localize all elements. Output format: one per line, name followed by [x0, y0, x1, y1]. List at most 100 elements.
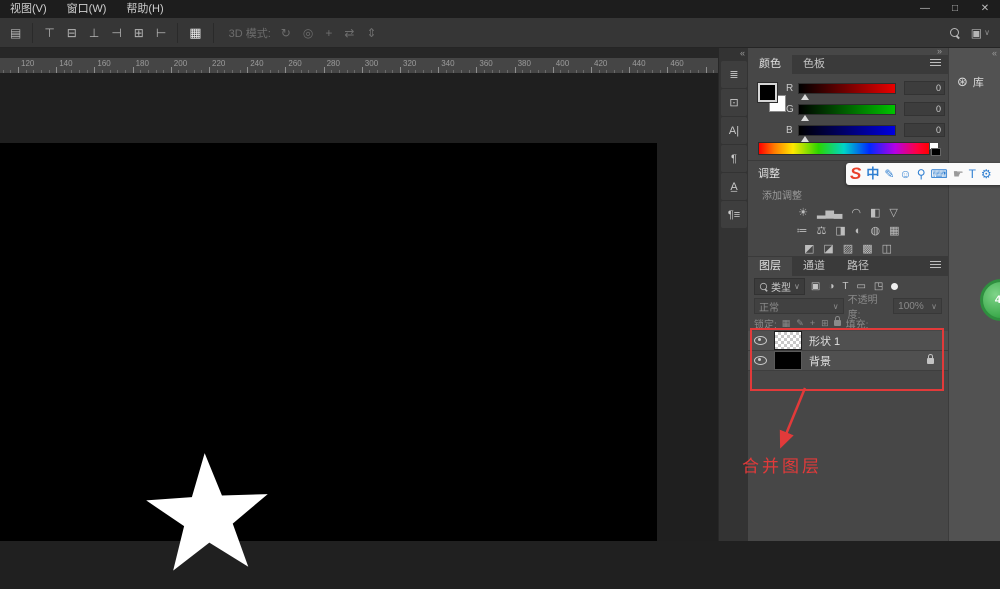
color-lookup-icon[interactable]: ▦ [889, 224, 899, 238]
libraries-panel-button[interactable]: ⊛ 库 [949, 60, 1000, 90]
layer-filter-select[interactable]: 类型 ∨ [754, 278, 805, 295]
glyphs-panel-icon[interactable]: A̲ [721, 173, 747, 200]
black-swatch[interactable] [931, 148, 941, 156]
blend-mode-select[interactable]: 正常 ∨ [754, 298, 844, 314]
ruler-label: 400 [556, 59, 569, 68]
vibrance-icon[interactable]: ▽ [889, 206, 897, 220]
black-white-icon[interactable]: ◨ [835, 224, 845, 238]
toolbox-icon[interactable]: ⚙ [981, 163, 992, 185]
annotation-text: 合并图层 [742, 452, 822, 477]
align-left-edges-icon[interactable]: ⊣ [105, 19, 127, 47]
paragraph-styles-panel-icon[interactable]: ¶≡ [721, 201, 747, 228]
lock-artboard-icon[interactable]: ⊞ [821, 318, 829, 329]
ruler-label: 160 [97, 59, 110, 68]
ruler-label: 140 [59, 59, 72, 68]
tab-color[interactable]: 颜色 [748, 55, 792, 74]
channel-slider-g[interactable] [798, 104, 896, 115]
hue-saturation-icon[interactable]: ≔ [797, 224, 808, 238]
search-icon[interactable] [950, 28, 959, 37]
curves-icon[interactable]: ◠ [851, 206, 861, 220]
workspace-switcher[interactable]: ▣ ∨ [971, 19, 990, 47]
channel-slider-b[interactable] [798, 125, 896, 136]
channel-slider-r[interactable] [798, 83, 896, 94]
align-vertical-centers-icon[interactable]: ⊟ [61, 19, 83, 47]
menu-item-1[interactable]: 窗口(W) [57, 0, 117, 18]
selective-color-icon[interactable]: ▩ [862, 242, 872, 256]
align-top-edges-icon[interactable]: ⊤ [38, 19, 60, 47]
ruler-label: 360 [479, 59, 492, 68]
photo-filter-icon[interactable]: ◐ [855, 224, 862, 238]
blend-mode-row: 正常 ∨ 不透明度: 100% ∨ [748, 297, 948, 315]
pen-icon[interactable]: ✎ [884, 163, 894, 185]
character-panel-icon[interactable]: A| [721, 117, 747, 144]
document-tab-strip [0, 47, 718, 58]
horizontal-ruler[interactable]: 1201401601802002202402602803003203403603… [0, 58, 718, 74]
tool-options-bar: ▤⊤⊟⊥⊣⊞⊢▦3D 模式:↻◎+⇄⇕ ▣ ∨ [0, 18, 1000, 48]
align-right-edges-icon[interactable]: ⊢ [150, 19, 172, 47]
slider-thumb-icon[interactable] [801, 94, 809, 100]
filter-pin-toggle[interactable] [891, 283, 898, 290]
properties-panel-icon[interactable]: ≣ [721, 61, 747, 88]
microphone-icon[interactable]: ⚲ [917, 163, 926, 185]
maximize-button[interactable]: □ [940, 0, 970, 18]
invert-icon[interactable]: ◩ [804, 242, 814, 256]
expand-panels-icon[interactable]: « [719, 47, 749, 60]
star-shape[interactable] [139, 450, 278, 585]
spectrum-end-swatches[interactable] [929, 142, 939, 155]
brightness-contrast-icon[interactable]: ☀ [798, 206, 808, 220]
menu-item-0[interactable]: 视图(V) [0, 0, 57, 18]
channel-mixer-icon[interactable]: ◍ [870, 224, 880, 238]
distribute-icon[interactable]: ▦ [183, 19, 207, 47]
channel-value[interactable]: 0 [904, 81, 945, 95]
paragraph-panel-icon[interactable]: ¶ [721, 145, 747, 172]
lock-position-icon[interactable]: + [810, 318, 815, 328]
hand-icon[interactable]: ☛ [953, 163, 964, 185]
align-horizontal-centers-icon[interactable]: ⊞ [128, 19, 150, 47]
clone-source-panel-icon[interactable]: ⊡ [721, 89, 747, 116]
tool-preset-icon[interactable]: ▤ [4, 19, 27, 47]
tab-layers[interactable]: 图层 [748, 257, 792, 276]
filter-pixel-layers-icon[interactable]: ▣ [811, 281, 820, 292]
slider-thumb-icon[interactable] [801, 136, 809, 142]
panel-menu-icon[interactable] [930, 264, 941, 265]
3d-mode-label: 3D 模式: [229, 25, 271, 41]
chinese-mode-icon[interactable]: 中 [866, 163, 879, 185]
sogou-input-toolbar[interactable]: S中✎☺ ⚲⌨ ☛T⚙ [846, 163, 1000, 185]
collapse-panels-icon[interactable]: » [748, 47, 948, 55]
channel-value[interactable]: 0 [904, 102, 945, 116]
slider-thumb-icon[interactable] [801, 115, 809, 121]
lock-transparent-pixels-icon[interactable]: ▦ [782, 318, 791, 329]
expand-libraries-icon[interactable]: « [949, 47, 1000, 60]
tab-swatches[interactable]: 色板 [792, 55, 836, 74]
keyboard-icon[interactable]: ⌨ [930, 163, 947, 185]
exposure-icon[interactable]: ◧ [870, 206, 880, 220]
skin-icon[interactable]: T [969, 163, 976, 185]
minimize-button[interactable]: — [910, 0, 940, 18]
lock-image-pixels-icon[interactable]: ✎ [796, 318, 804, 329]
tab-paths[interactable]: 路径 [836, 257, 880, 276]
menu-item-2[interactable]: 帮助(H) [116, 0, 173, 18]
opacity-select[interactable]: 100% ∨ [893, 298, 942, 314]
adjustments-row-0: ☀ ▂▅▃ ◠ ◧ ▽ [748, 204, 948, 222]
channel-value[interactable]: 0 [904, 123, 945, 137]
foreground-color-swatch[interactable] [758, 83, 777, 102]
threshold-icon[interactable]: ▨ [843, 242, 853, 256]
document-canvas[interactable] [0, 143, 657, 541]
lock-all-icon[interactable] [834, 320, 841, 326]
tab-channels[interactable]: 通道 [792, 257, 836, 276]
panel-menu-icon[interactable] [930, 62, 941, 63]
color-balance-icon[interactable]: ⚖ [817, 224, 827, 238]
ruler-label: 200 [174, 59, 187, 68]
sogou-logo[interactable]: S [850, 163, 861, 185]
channel-row-g: G0 [786, 102, 945, 116]
posterize-icon[interactable]: ◪ [823, 242, 833, 256]
emoji-icon[interactable]: ☺ [899, 163, 911, 185]
close-button[interactable]: ✕ [970, 0, 1000, 18]
annotation-rectangle [750, 328, 944, 391]
levels-icon[interactable]: ▂▅▃ [817, 206, 842, 220]
align-bottom-edges-icon[interactable]: ⊥ [83, 19, 105, 47]
chevron-down-icon: ∨ [833, 302, 839, 311]
filter-adjustment-layers-icon[interactable]: ◑ [828, 281, 834, 292]
gradient-map-icon[interactable]: ◫ [882, 242, 892, 256]
color-spectrum-ramp[interactable] [758, 142, 930, 155]
